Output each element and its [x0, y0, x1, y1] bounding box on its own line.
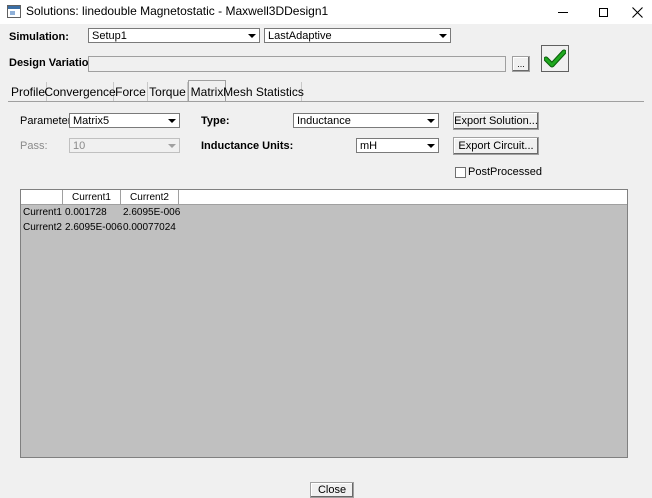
- parameter-select[interactable]: Matrix5: [69, 113, 180, 128]
- tab-profile[interactable]: Profile: [10, 82, 47, 101]
- minimize-icon: [558, 11, 568, 13]
- tab-force[interactable]: Force: [114, 82, 148, 101]
- type-value: Inductance: [297, 114, 351, 127]
- parameter-label: Parameter:: [20, 115, 75, 127]
- pass-select[interactable]: 10: [69, 138, 180, 153]
- chevron-down-icon: [165, 139, 179, 152]
- simulation-label: Simulation:: [9, 31, 69, 43]
- pass-value: 10: [73, 139, 86, 152]
- grid-row-header[interactable]: Current1: [21, 205, 63, 220]
- close-icon: [631, 6, 643, 18]
- accept-button[interactable]: [541, 45, 569, 72]
- parameter-value: Matrix5: [73, 114, 110, 127]
- design-variation-field[interactable]: [88, 56, 506, 72]
- app-icon: [7, 5, 21, 18]
- tab-divider: [8, 101, 644, 102]
- chevron-down-icon: [424, 139, 438, 152]
- design-variation-browse-button[interactable]: ...: [512, 56, 530, 72]
- maximize-icon: [598, 7, 608, 17]
- grid-cell[interactable]: 0.001728: [63, 205, 121, 220]
- maximize-button[interactable]: [586, 0, 620, 24]
- postprocessed-checkbox[interactable]: [455, 167, 466, 178]
- chevron-down-icon: [436, 29, 450, 42]
- tab-torque[interactable]: Torque: [148, 82, 188, 101]
- export-solution-button[interactable]: Export Solution...: [453, 112, 539, 130]
- pass-type-value: LastAdaptive: [268, 29, 332, 42]
- tab-convergence[interactable]: Convergence: [44, 82, 116, 101]
- grid-corner-header: [21, 190, 63, 205]
- chevron-down-icon: [165, 114, 179, 127]
- chevron-down-icon: [245, 29, 259, 42]
- minimize-button[interactable]: [546, 0, 580, 24]
- pass-label: Pass:: [20, 140, 48, 152]
- matrix-grid: Current1 Current2 Current1 0.001728 2.60…: [20, 189, 628, 458]
- grid-header-filler: [179, 190, 627, 205]
- grid-row-header[interactable]: Current2: [21, 220, 63, 235]
- checkmark-icon: [544, 49, 566, 67]
- grid-cell[interactable]: 2.6095E-006: [121, 205, 180, 220]
- postprocessed-label: PostProcessed: [468, 166, 542, 178]
- grid-column-header[interactable]: Current2: [121, 190, 179, 205]
- grid-cell[interactable]: 0.00077024: [121, 220, 179, 235]
- type-label: Type:: [201, 115, 230, 127]
- tab-matrix[interactable]: Matrix: [188, 80, 226, 102]
- simulation-setup-value: Setup1: [92, 29, 127, 42]
- export-circuit-button[interactable]: Export Circuit...: [453, 137, 539, 155]
- inductance-units-select[interactable]: mH: [356, 138, 439, 153]
- pass-type-select[interactable]: LastAdaptive: [264, 28, 451, 43]
- tab-mesh-statistics[interactable]: Mesh Statistics: [223, 82, 304, 101]
- close-button[interactable]: Close: [310, 482, 354, 498]
- grid-cell[interactable]: 2.6095E-006: [63, 220, 122, 235]
- grid-column-header[interactable]: Current1: [63, 190, 121, 205]
- chevron-down-icon: [424, 114, 438, 127]
- type-select[interactable]: Inductance: [293, 113, 439, 128]
- simulation-setup-select[interactable]: Setup1: [88, 28, 260, 43]
- inductance-units-value: mH: [360, 139, 378, 152]
- close-window-button[interactable]: [620, 0, 652, 24]
- inductance-units-label: Inductance Units:: [201, 140, 294, 152]
- window-title: Solutions: linedouble Magnetostatic - Ma…: [26, 4, 329, 18]
- design-variation-label: Design Variation:: [9, 57, 99, 69]
